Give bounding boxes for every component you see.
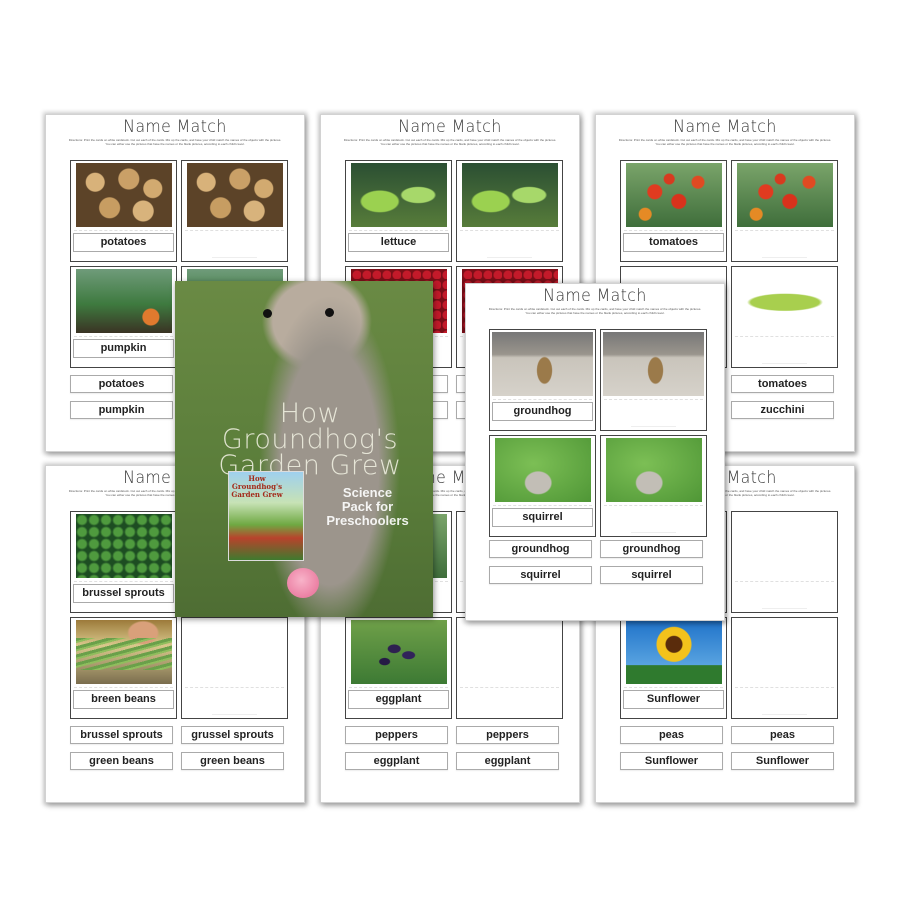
word-card: groundhog (600, 540, 703, 558)
picture-card-blank (456, 617, 563, 719)
page-title: Name Match (398, 117, 502, 137)
picture-card-groundhog-blank (600, 329, 707, 431)
picture-card-green-beans: breen beans (70, 617, 177, 719)
word-card: peas (731, 726, 834, 744)
word-card: squirrel (489, 566, 592, 584)
word-card: pumpkin (70, 401, 173, 419)
word-card: tomatoes (731, 375, 834, 393)
word-card: potatoes (70, 375, 173, 393)
cover-title: How Groundhog's Garden Grew (218, 398, 402, 481)
potatoes-photo (76, 163, 172, 227)
page-directions: Directions: Print the cards on white car… (488, 307, 702, 315)
word-card: brussel sprouts (70, 726, 173, 744)
word-card: Sunflower (731, 752, 834, 770)
picture-card-blank (181, 617, 288, 719)
card-label: breen beans (73, 690, 174, 709)
card-label: groundhog (492, 402, 593, 421)
science-pack-cover: How Groundhog's Garden Grew How Groundho… (175, 281, 433, 617)
zucchini-photo (737, 269, 833, 333)
groundhog-photo (603, 332, 704, 396)
pumpkin-photo (76, 269, 172, 333)
word-card: peppers (456, 726, 559, 744)
card-label: Sunflower (623, 690, 724, 709)
picture-card-blank (731, 511, 838, 613)
card-label: potatoes (73, 233, 174, 252)
word-card: green beans (70, 752, 173, 770)
picture-card-blank (731, 617, 838, 719)
word-card: groundhog (489, 540, 592, 558)
card-label: pumpkin (73, 339, 174, 358)
word-card: grussel sprouts (181, 726, 284, 744)
page-directions: Directions: Print the cards on white car… (68, 138, 282, 146)
brussel-sprouts-photo (76, 514, 172, 578)
picture-card-eggplant: eggplant (345, 617, 452, 719)
picture-card-tomatoes-blank (731, 160, 838, 262)
picture-card-potatoes-blank (181, 160, 288, 262)
page-directions: Directions: Print the cards on white car… (618, 138, 832, 146)
word-card: peas (620, 726, 723, 744)
picture-card-lettuce: lettuce (345, 160, 452, 262)
groundhog-eye (263, 309, 272, 318)
picture-card-groundhog: groundhog (489, 329, 596, 431)
sunflower-photo (626, 620, 722, 684)
word-card: eggplant (456, 752, 559, 770)
card-label: brussel sprouts (73, 584, 174, 603)
word-card: peppers (345, 726, 448, 744)
picture-card-squirrel-blank (600, 435, 707, 537)
word-card: Sunflower (620, 752, 723, 770)
squirrel-photo (495, 438, 591, 502)
worksheet-page-groundhog-squirrel: Name Match Directions: Print the cards o… (465, 283, 725, 621)
word-card: green beans (181, 752, 284, 770)
page-title: Name Match (123, 117, 227, 137)
page-title: Name Match (673, 117, 777, 137)
book-cover-thumbnail: How Groundhog's Garden Grew (228, 471, 304, 561)
page-title: Name Match (543, 286, 647, 306)
picture-card-tomatoes: tomatoes (620, 160, 727, 262)
squirrel-photo (606, 438, 702, 502)
picture-card-brussel-sprouts: brussel sprouts (70, 511, 177, 613)
potatoes-photo (187, 163, 283, 227)
word-card: eggplant (345, 752, 448, 770)
eggplant-photo (351, 620, 447, 684)
picture-card-zucchini-blank (731, 266, 838, 368)
picture-card-squirrel: squirrel (489, 435, 596, 537)
card-label: squirrel (492, 508, 593, 527)
picture-card-sunflower: Sunflower (620, 617, 727, 719)
card-label: tomatoes (623, 233, 724, 252)
tomatoes-photo (626, 163, 722, 227)
picture-card-lettuce-blank (456, 160, 563, 262)
lettuce-photo (351, 163, 447, 227)
word-card: zucchini (731, 401, 834, 419)
groundhog-photo (492, 332, 593, 396)
card-label: lettuce (348, 233, 449, 252)
pink-flower (287, 568, 319, 598)
word-card: squirrel (600, 566, 703, 584)
lettuce-photo (462, 163, 558, 227)
groundhog-eye (325, 308, 334, 317)
picture-card-pumpkin: pumpkin (70, 266, 177, 368)
card-label: eggplant (348, 690, 449, 709)
tomatoes-photo (737, 163, 833, 227)
green-beans-photo (76, 620, 172, 684)
cover-subtitle: Science Pack for Preschoolers (326, 485, 409, 528)
picture-card-potatoes: potatoes (70, 160, 177, 262)
page-directions: Directions: Print the cards on white car… (343, 138, 557, 146)
